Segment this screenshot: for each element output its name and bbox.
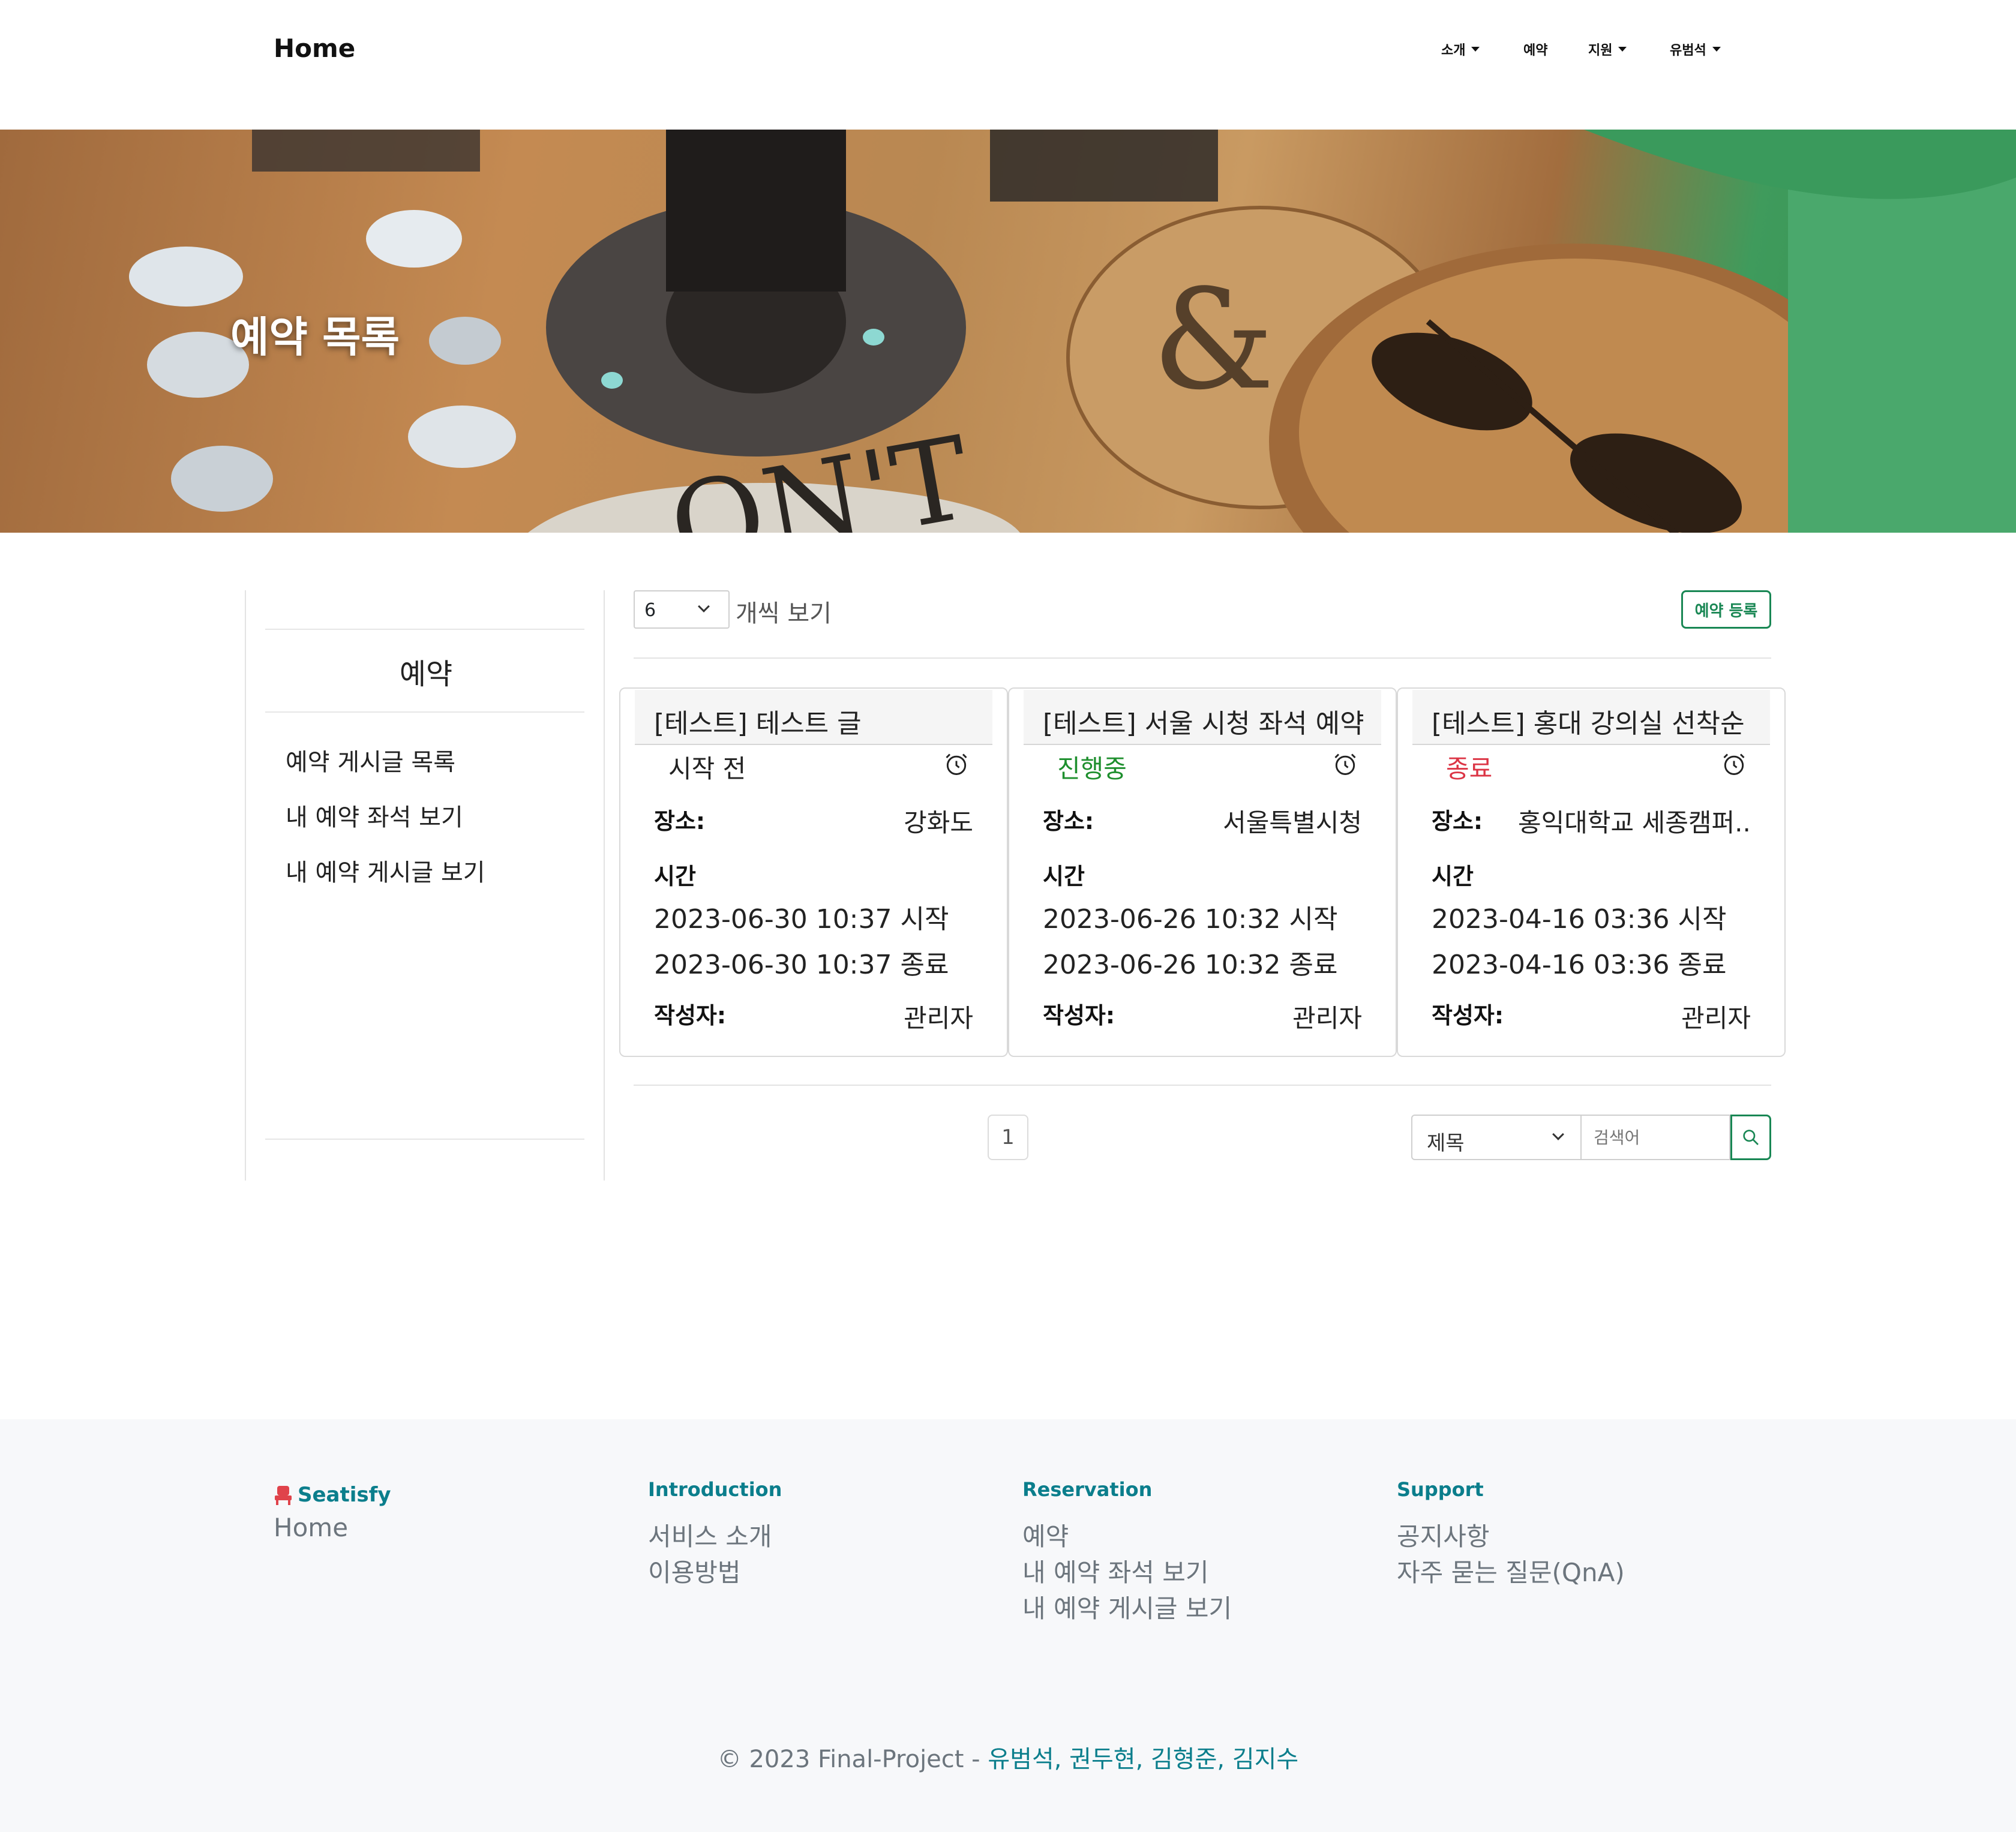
end-time: 2023-06-26 10:32 종료 bbox=[1043, 950, 1338, 980]
footer: Seatisfy Home Introduction 서비스 소개 이용방법 R… bbox=[0, 1419, 2016, 1832]
author-label: 작성자: bbox=[1432, 1002, 1504, 1029]
copyright-text: © 2023 Final-Project - bbox=[717, 1746, 988, 1773]
footer-link-service-intro[interactable]: 서비스 소개 bbox=[648, 1516, 772, 1553]
place-value: 서울특별시청 bbox=[1223, 808, 1362, 837]
search-field-value: 제목 bbox=[1427, 1131, 1465, 1155]
footer-brand-name: Seatisfy bbox=[298, 1483, 391, 1507]
start-time: 2023-04-16 03:36 시작 bbox=[1432, 904, 1727, 935]
chevron-down-icon bbox=[1552, 1128, 1564, 1140]
alarm-clock-icon bbox=[1723, 753, 1745, 775]
hero-banner: & ON'T 예약 목록 bbox=[0, 130, 2016, 533]
place-label: 장소: bbox=[1043, 808, 1094, 834]
search-icon bbox=[1743, 1130, 1759, 1145]
end-time: 2023-06-30 10:37 종료 bbox=[654, 950, 949, 980]
author-value: 관리자 bbox=[904, 1004, 973, 1033]
per-page-select[interactable]: 6 bbox=[634, 590, 730, 629]
sidebar-link-reservation-list[interactable]: 예약 게시글 목록 bbox=[286, 743, 455, 777]
navbar-brand[interactable]: Home bbox=[274, 34, 355, 63]
card-status: 진행중 bbox=[1057, 754, 1127, 783]
author-label: 작성자: bbox=[1043, 1002, 1115, 1029]
card-title: [테스트] 홍대 강의실 선착순 bbox=[1412, 690, 1770, 745]
seat-icon bbox=[275, 1486, 292, 1505]
per-page-value: 6 bbox=[644, 600, 656, 621]
search-field-select[interactable]: 제목 bbox=[1411, 1115, 1582, 1160]
reservation-card[interactable]: [테스트] 서울 시청 좌석 예약 진행중 장소: 서울특별시청 시간 2023… bbox=[1008, 687, 1397, 1057]
author-value: 관리자 bbox=[1681, 1004, 1751, 1033]
nav-item-label: 소개 bbox=[1441, 43, 1466, 58]
reservation-card[interactable]: [테스트] 테스트 글 시작 전 장소: 강화도 시간 2023-06-30 1… bbox=[619, 687, 1008, 1057]
pagination-page-button[interactable]: 1 bbox=[988, 1115, 1028, 1160]
footer-link-notices[interactable]: 공지사항 bbox=[1397, 1516, 1490, 1553]
nav-item-support[interactable]: 지원 bbox=[1588, 40, 1627, 59]
caret-down-icon bbox=[1712, 47, 1721, 52]
sidebar-title: 예약 bbox=[399, 657, 453, 691]
nav-item-label: 지원 bbox=[1588, 43, 1613, 58]
reservation-card[interactable]: [테스트] 홍대 강의실 선착순 종료 장소: 홍익대학교 세종캠퍼... 시간… bbox=[1397, 687, 1786, 1057]
footer-link-faq[interactable]: 자주 묻는 질문(QnA) bbox=[1397, 1552, 1625, 1589]
search-button[interactable] bbox=[1730, 1115, 1771, 1160]
time-label: 시간 bbox=[654, 863, 696, 890]
footer-brand[interactable]: Seatisfy bbox=[274, 1483, 391, 1507]
sidebar-link-my-posts[interactable]: 내 예약 게시글 보기 bbox=[286, 853, 485, 888]
footer-heading-reservation: Reservation bbox=[1022, 1478, 1153, 1501]
divider bbox=[265, 711, 584, 713]
chevron-down-icon bbox=[698, 600, 710, 612]
footer-link-home[interactable]: Home bbox=[274, 1513, 348, 1542]
divider bbox=[265, 1139, 584, 1140]
place-label: 장소: bbox=[1432, 808, 1483, 834]
nav-item-label: 예약 bbox=[1523, 43, 1548, 58]
footer-link-how-to-use[interactable]: 이용방법 bbox=[648, 1552, 741, 1589]
place-value: 강화도 bbox=[904, 808, 973, 837]
divider bbox=[634, 1085, 1771, 1086]
divider bbox=[265, 629, 584, 630]
nav-item-intro[interactable]: 소개 bbox=[1441, 40, 1480, 59]
start-time: 2023-06-30 10:37 시작 bbox=[654, 904, 949, 935]
nav-item-label: 유범석 bbox=[1670, 43, 1706, 58]
search-input[interactable] bbox=[1582, 1115, 1730, 1160]
alarm-clock-icon bbox=[946, 753, 967, 775]
alarm-clock-icon bbox=[1334, 753, 1356, 775]
footer-link-my-seats[interactable]: 내 예약 좌석 보기 bbox=[1022, 1552, 1209, 1589]
copyright-authors[interactable]: 유범석, 권두현, 김형준, 김지수 bbox=[988, 1746, 1298, 1773]
top-navbar: Home 소개 예약 지원 유범석 bbox=[0, 0, 2016, 130]
divider bbox=[634, 657, 1771, 659]
time-label: 시간 bbox=[1043, 863, 1085, 890]
nav-item-reservation[interactable]: 예약 bbox=[1523, 40, 1547, 59]
svg-text:&: & bbox=[1152, 260, 1275, 421]
end-time: 2023-04-16 03:36 종료 bbox=[1432, 950, 1727, 980]
page-title: 예약 목록 bbox=[230, 313, 400, 362]
card-title: [테스트] 테스트 글 bbox=[635, 690, 992, 745]
time-label: 시간 bbox=[1432, 863, 1474, 890]
footer-link-my-posts[interactable]: 내 예약 게시글 보기 bbox=[1022, 1588, 1232, 1625]
nav-item-user[interactable]: 유범석 bbox=[1670, 40, 1721, 59]
sidebar: 예약 예약 게시글 목록 내 예약 좌석 보기 내 예약 게시글 보기 bbox=[245, 590, 605, 1181]
card-status: 시작 전 bbox=[668, 754, 746, 783]
card-status: 종료 bbox=[1446, 754, 1493, 783]
caret-down-icon bbox=[1618, 47, 1627, 52]
place-value: 홍익대학교 세종캠퍼... bbox=[1518, 808, 1751, 837]
author-value: 관리자 bbox=[1292, 1004, 1362, 1033]
card-title: [테스트] 서울 시청 좌석 예약 bbox=[1024, 690, 1381, 745]
place-label: 장소: bbox=[654, 808, 706, 834]
sidebar-link-my-seats[interactable]: 내 예약 좌석 보기 bbox=[286, 798, 463, 833]
per-page-label: 개씩 보기 bbox=[736, 600, 832, 627]
add-reservation-button[interactable]: 예약 등록 bbox=[1681, 590, 1771, 629]
copyright: © 2023 Final-Project - 유범석, 권두현, 김형준, 김지… bbox=[0, 1740, 2016, 1774]
footer-heading-support: Support bbox=[1397, 1478, 1484, 1501]
author-label: 작성자: bbox=[654, 1002, 727, 1029]
footer-heading-introduction: Introduction bbox=[648, 1478, 782, 1501]
caret-down-icon bbox=[1471, 47, 1480, 52]
start-time: 2023-06-26 10:32 시작 bbox=[1043, 904, 1338, 935]
footer-link-reservation[interactable]: 예약 bbox=[1022, 1516, 1069, 1553]
